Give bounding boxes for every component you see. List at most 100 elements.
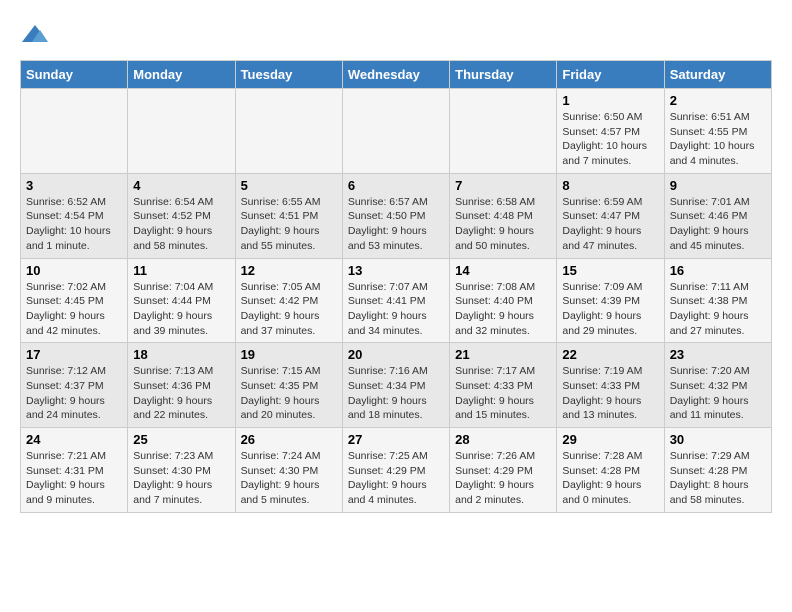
day-number: 29: [562, 432, 658, 447]
day-info: Sunrise: 7:29 AM Sunset: 4:28 PM Dayligh…: [670, 449, 766, 508]
day-cell: 17Sunrise: 7:12 AM Sunset: 4:37 PM Dayli…: [21, 343, 128, 428]
day-info: Sunrise: 6:52 AM Sunset: 4:54 PM Dayligh…: [26, 195, 122, 254]
day-cell: 4 Sunrise: 6:54 AM Sunset: 4:52 PM Daylig…: [128, 173, 235, 258]
day-info: Sunrise: 6:57 AM Sunset: 4:50 PM Dayligh…: [348, 195, 444, 254]
day-info: Sunrise: 7:08 AM Sunset: 4:40 PM Dayligh…: [455, 280, 551, 339]
day-info: Sunrise: 7:16 AM Sunset: 4:34 PM Dayligh…: [348, 364, 444, 423]
day-info: Sunrise: 7:15 AM Sunset: 4:35 PM Dayligh…: [241, 364, 337, 423]
day-cell: [235, 89, 342, 174]
day-info: Sunrise: 6:54 AM Sunset: 4:52 PM Dayligh…: [133, 195, 229, 254]
day-cell: 10 Sunrise: 7:02 AM Sunset: 4:45 PM Dayli…: [21, 258, 128, 343]
header-cell-monday: Monday: [128, 61, 235, 89]
day-number: 25: [133, 432, 229, 447]
day-cell: 29 Sunrise: 7:28 AM Sunset: 4:28 PM Dayli…: [557, 428, 664, 513]
day-info: Sunrise: 7:24 AM Sunset: 4:30 PM Dayligh…: [241, 449, 337, 508]
day-cell: [21, 89, 128, 174]
day-cell: 11Sunrise: 7:04 AM Sunset: 4:44 PM Dayli…: [128, 258, 235, 343]
day-number: 8: [562, 178, 658, 193]
day-number: 15: [562, 263, 658, 278]
day-cell: 28Sunrise: 7:26 AM Sunset: 4:29 PM Dayli…: [450, 428, 557, 513]
header-row: SundayMondayTuesdayWednesdayThursdayFrid…: [21, 61, 772, 89]
day-cell: 1Sunrise: 6:50 AM Sunset: 4:57 PM Daylig…: [557, 89, 664, 174]
day-number: 18: [133, 347, 229, 362]
day-info: Sunrise: 6:55 AM Sunset: 4:51 PM Dayligh…: [241, 195, 337, 254]
day-info: Sunrise: 7:09 AM Sunset: 4:39 PM Dayligh…: [562, 280, 658, 339]
day-info: Sunrise: 7:02 AM Sunset: 4:45 PM Dayligh…: [26, 280, 122, 339]
day-info: Sunrise: 7:13 AM Sunset: 4:36 PM Dayligh…: [133, 364, 229, 423]
header-cell-saturday: Saturday: [664, 61, 771, 89]
header-cell-friday: Friday: [557, 61, 664, 89]
week-row-3: 10 Sunrise: 7:02 AM Sunset: 4:45 PM Dayli…: [21, 258, 772, 343]
day-number: 21: [455, 347, 551, 362]
day-info: Sunrise: 7:01 AM Sunset: 4:46 PM Dayligh…: [670, 195, 766, 254]
day-cell: 25 Sunrise: 7:23 AM Sunset: 4:30 PM Dayli…: [128, 428, 235, 513]
day-number: 4: [133, 178, 229, 193]
day-cell: 16Sunrise: 7:11 AM Sunset: 4:38 PM Dayli…: [664, 258, 771, 343]
day-cell: 15 Sunrise: 7:09 AM Sunset: 4:39 PM Dayli…: [557, 258, 664, 343]
day-cell: 22 Sunrise: 7:19 AM Sunset: 4:33 PM Dayli…: [557, 343, 664, 428]
day-number: 6: [348, 178, 444, 193]
day-cell: 26 Sunrise: 7:24 AM Sunset: 4:30 PM Dayli…: [235, 428, 342, 513]
day-info: Sunrise: 7:25 AM Sunset: 4:29 PM Dayligh…: [348, 449, 444, 508]
header-cell-thursday: Thursday: [450, 61, 557, 89]
page-header: [20, 20, 772, 50]
day-cell: 3Sunrise: 6:52 AM Sunset: 4:54 PM Daylig…: [21, 173, 128, 258]
day-cell: 18 Sunrise: 7:13 AM Sunset: 4:36 PM Dayli…: [128, 343, 235, 428]
day-cell: 23 Sunrise: 7:20 AM Sunset: 4:32 PM Dayli…: [664, 343, 771, 428]
logo-icon: [20, 20, 50, 50]
day-cell: 9 Sunrise: 7:01 AM Sunset: 4:46 PM Daylig…: [664, 173, 771, 258]
day-cell: 13 Sunrise: 7:07 AM Sunset: 4:41 PM Dayli…: [342, 258, 449, 343]
day-number: 14: [455, 263, 551, 278]
day-info: Sunrise: 7:23 AM Sunset: 4:30 PM Dayligh…: [133, 449, 229, 508]
day-cell: 19 Sunrise: 7:15 AM Sunset: 4:35 PM Dayli…: [235, 343, 342, 428]
day-number: 7: [455, 178, 551, 193]
day-cell: 20 Sunrise: 7:16 AM Sunset: 4:34 PM Dayli…: [342, 343, 449, 428]
day-number: 13: [348, 263, 444, 278]
day-number: 19: [241, 347, 337, 362]
day-number: 12: [241, 263, 337, 278]
day-number: 22: [562, 347, 658, 362]
header-cell-sunday: Sunday: [21, 61, 128, 89]
day-number: 27: [348, 432, 444, 447]
day-cell: [128, 89, 235, 174]
day-info: Sunrise: 7:19 AM Sunset: 4:33 PM Dayligh…: [562, 364, 658, 423]
day-cell: 21 Sunrise: 7:17 AM Sunset: 4:33 PM Dayli…: [450, 343, 557, 428]
header-cell-wednesday: Wednesday: [342, 61, 449, 89]
day-cell: 8 Sunrise: 6:59 AM Sunset: 4:47 PM Daylig…: [557, 173, 664, 258]
week-row-4: 17Sunrise: 7:12 AM Sunset: 4:37 PM Dayli…: [21, 343, 772, 428]
day-info: Sunrise: 7:12 AM Sunset: 4:37 PM Dayligh…: [26, 364, 122, 423]
day-number: 24: [26, 432, 122, 447]
day-number: 16: [670, 263, 766, 278]
header-cell-tuesday: Tuesday: [235, 61, 342, 89]
day-info: Sunrise: 6:51 AM Sunset: 4:55 PM Dayligh…: [670, 110, 766, 169]
day-number: 9: [670, 178, 766, 193]
day-cell: [342, 89, 449, 174]
calendar-body: 1Sunrise: 6:50 AM Sunset: 4:57 PM Daylig…: [21, 89, 772, 513]
day-number: 2: [670, 93, 766, 108]
day-info: Sunrise: 7:05 AM Sunset: 4:42 PM Dayligh…: [241, 280, 337, 339]
day-info: Sunrise: 7:17 AM Sunset: 4:33 PM Dayligh…: [455, 364, 551, 423]
week-row-2: 3Sunrise: 6:52 AM Sunset: 4:54 PM Daylig…: [21, 173, 772, 258]
day-number: 1: [562, 93, 658, 108]
day-number: 26: [241, 432, 337, 447]
day-cell: 12 Sunrise: 7:05 AM Sunset: 4:42 PM Dayli…: [235, 258, 342, 343]
day-cell: 24 Sunrise: 7:21 AM Sunset: 4:31 PM Dayli…: [21, 428, 128, 513]
day-info: Sunrise: 7:21 AM Sunset: 4:31 PM Dayligh…: [26, 449, 122, 508]
day-info: Sunrise: 6:59 AM Sunset: 4:47 PM Dayligh…: [562, 195, 658, 254]
day-cell: 27 Sunrise: 7:25 AM Sunset: 4:29 PM Dayli…: [342, 428, 449, 513]
day-info: Sunrise: 7:20 AM Sunset: 4:32 PM Dayligh…: [670, 364, 766, 423]
day-number: 5: [241, 178, 337, 193]
day-number: 10: [26, 263, 122, 278]
day-info: Sunrise: 7:28 AM Sunset: 4:28 PM Dayligh…: [562, 449, 658, 508]
day-cell: 14 Sunrise: 7:08 AM Sunset: 4:40 PM Dayli…: [450, 258, 557, 343]
calendar-header: SundayMondayTuesdayWednesdayThursdayFrid…: [21, 61, 772, 89]
day-number: 23: [670, 347, 766, 362]
day-number: 20: [348, 347, 444, 362]
day-number: 11: [133, 263, 229, 278]
day-number: 28: [455, 432, 551, 447]
day-number: 30: [670, 432, 766, 447]
week-row-5: 24 Sunrise: 7:21 AM Sunset: 4:31 PM Dayli…: [21, 428, 772, 513]
day-info: Sunrise: 7:07 AM Sunset: 4:41 PM Dayligh…: [348, 280, 444, 339]
day-cell: 2 Sunrise: 6:51 AM Sunset: 4:55 PM Daylig…: [664, 89, 771, 174]
day-cell: [450, 89, 557, 174]
